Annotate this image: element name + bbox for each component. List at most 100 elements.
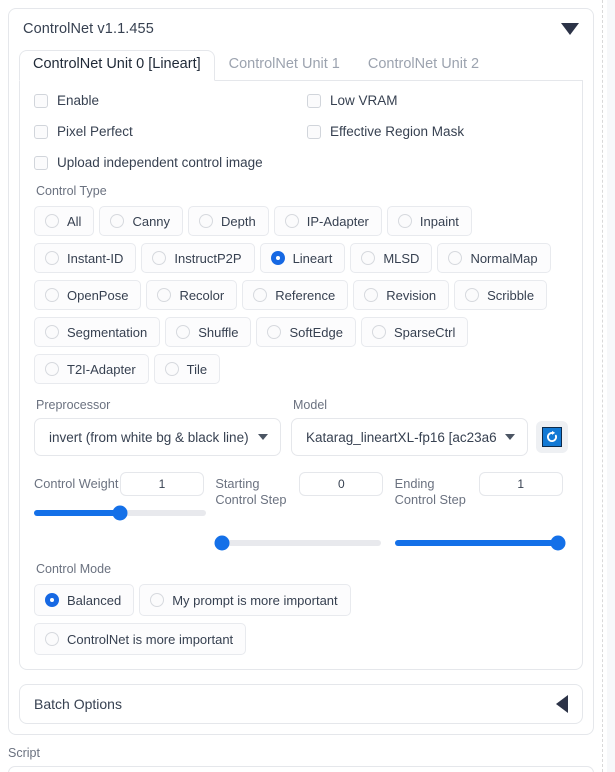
- control-type-ip-adapter[interactable]: IP-Adapter: [273, 206, 382, 236]
- control-mode-controlnet-is-more-important[interactable]: ControlNet is more important: [34, 623, 247, 655]
- radio-icon[interactable]: [361, 251, 376, 265]
- control-type-row-2: Instant-ID InstructP2P Lineart MLSD Norm…: [34, 243, 568, 273]
- control-type-all[interactable]: All: [34, 206, 95, 236]
- radio-icon[interactable]: [45, 325, 59, 339]
- checkbox-upload-independent-control-image[interactable]: Upload independent control image: [34, 155, 263, 170]
- checkbox-label: Upload independent control image: [57, 155, 263, 170]
- control-type-label-item: Tile: [186, 361, 208, 377]
- checkbox-box-icon[interactable]: [34, 155, 48, 170]
- checkbox-box-icon[interactable]: [307, 124, 321, 139]
- triangle-down-icon[interactable]: [561, 23, 579, 35]
- control-type-sparsectrl[interactable]: SparseCtrl: [360, 317, 469, 347]
- checkbox-enable[interactable]: Enable: [34, 93, 307, 108]
- radio-icon[interactable]: [364, 288, 379, 302]
- starting-control-step-slider[interactable]: [214, 535, 382, 551]
- radio-icon-selected[interactable]: [270, 251, 285, 265]
- starting-control-step-input[interactable]: 0: [299, 472, 384, 496]
- control-weight-slider[interactable]: [34, 505, 206, 521]
- radio-icon[interactable]: [45, 251, 59, 265]
- refresh-models-button[interactable]: [536, 421, 568, 453]
- control-type-recolor[interactable]: Recolor: [146, 280, 238, 310]
- control-type-label-item: IP-Adapter: [306, 213, 369, 229]
- slider-thumb[interactable]: [214, 535, 230, 551]
- radio-icon[interactable]: [371, 325, 386, 339]
- controlnet-header[interactable]: ControlNet v1.1.455: [9, 9, 593, 49]
- control-type-instant-id[interactable]: Instant-ID: [34, 243, 137, 273]
- tab-controlnet-unit-0[interactable]: ControlNet Unit 0 [Lineart]: [19, 50, 215, 81]
- slider-thumb[interactable]: [112, 505, 128, 521]
- radio-icon[interactable]: [164, 362, 179, 376]
- control-type-normalmap[interactable]: NormalMap: [437, 243, 551, 273]
- control-type-mlsd[interactable]: MLSD: [350, 243, 433, 273]
- control-type-instructp2p[interactable]: InstructP2P: [141, 243, 255, 273]
- control-type-scribble[interactable]: Scribble: [454, 280, 548, 310]
- radio-icon[interactable]: [45, 362, 59, 376]
- radio-icon[interactable]: [253, 288, 268, 302]
- tab-controlnet-unit-1[interactable]: ControlNet Unit 1: [215, 50, 354, 80]
- control-type-tile[interactable]: Tile: [153, 354, 221, 384]
- checkbox-box-icon[interactable]: [307, 93, 321, 108]
- control-type-canny[interactable]: Canny: [99, 206, 184, 236]
- radio-icon[interactable]: [397, 214, 412, 228]
- radio-icon[interactable]: [110, 214, 125, 228]
- radio-icon[interactable]: [45, 214, 59, 228]
- chevron-down-icon[interactable]: [505, 434, 515, 440]
- control-mode-balanced[interactable]: Balanced: [34, 584, 135, 616]
- control-mode-label-item: My prompt is more important: [172, 592, 338, 608]
- control-weight-input[interactable]: 1: [120, 472, 204, 496]
- slider-thumb[interactable]: [550, 535, 566, 551]
- model-value: Katarag_lineartXL-fp16 [ac23a68f]: [306, 429, 497, 445]
- right-gutter: [607, 0, 615, 772]
- control-type-label-item: Depth: [221, 213, 256, 229]
- radio-icon[interactable]: [176, 325, 191, 339]
- radio-icon[interactable]: [45, 632, 59, 646]
- checkbox-box-icon[interactable]: [34, 93, 48, 108]
- radio-icon[interactable]: [284, 214, 299, 228]
- checkbox-label: Pixel Perfect: [57, 124, 133, 139]
- radio-icon[interactable]: [199, 214, 214, 228]
- script-dropdown[interactable]: [8, 766, 594, 772]
- ending-control-step-top: Ending Control Step 1: [395, 472, 568, 508]
- control-mode-my-prompt-is-more-important[interactable]: My prompt is more important: [139, 584, 351, 616]
- control-type-label-item: Scribble: [487, 287, 535, 303]
- radio-icon[interactable]: [157, 288, 172, 302]
- checkbox-row-3: Upload independent control image: [34, 155, 568, 170]
- radio-icon[interactable]: [267, 325, 282, 339]
- model-dropdown[interactable]: Katarag_lineartXL-fp16 [ac23a68f]: [291, 418, 528, 456]
- radio-icon-selected[interactable]: [45, 593, 59, 607]
- control-type-inpaint[interactable]: Inpaint: [386, 206, 472, 236]
- control-type-t2i-adapter[interactable]: T2I-Adapter: [34, 354, 149, 384]
- batch-options-accordion[interactable]: Batch Options: [19, 684, 583, 724]
- checkbox-pixel-perfect[interactable]: Pixel Perfect: [34, 124, 307, 139]
- checkbox-effective-region-mask[interactable]: Effective Region Mask: [307, 124, 464, 139]
- page-title: ControlNet v1.1.455: [23, 21, 154, 37]
- control-type-row-1: All Canny Depth IP-Adapter Inpaint: [34, 206, 568, 236]
- control-type-softedge[interactable]: SoftEdge: [256, 317, 356, 347]
- control-type-label-item: InstructP2P: [174, 250, 242, 266]
- ending-control-step-slider[interactable]: [394, 535, 566, 551]
- radio-icon[interactable]: [465, 288, 480, 302]
- checkbox-box-icon[interactable]: [34, 124, 48, 139]
- radio-icon[interactable]: [152, 251, 167, 265]
- control-type-lineart[interactable]: Lineart: [259, 243, 346, 273]
- ending-control-step-input[interactable]: 1: [478, 472, 563, 496]
- control-type-revision[interactable]: Revision: [353, 280, 450, 310]
- radio-icon[interactable]: [448, 251, 463, 265]
- control-type-label-item: Recolor: [179, 287, 225, 303]
- tab-controlnet-unit-2[interactable]: ControlNet Unit 2: [354, 50, 493, 80]
- control-type-label-item: Instant-ID: [67, 250, 124, 266]
- chevron-down-icon[interactable]: [258, 434, 268, 440]
- radio-icon[interactable]: [45, 288, 59, 302]
- control-type-openpose[interactable]: OpenPose: [34, 280, 142, 310]
- triangle-left-icon[interactable]: [556, 695, 568, 713]
- control-type-depth[interactable]: Depth: [188, 206, 269, 236]
- refresh-icon: [542, 427, 562, 447]
- checkbox-low-vram[interactable]: Low VRAM: [307, 93, 398, 108]
- control-type-shuffle[interactable]: Shuffle: [165, 317, 252, 347]
- radio-icon[interactable]: [150, 593, 165, 607]
- preprocessor-dropdown[interactable]: invert (from white bg & black line): [34, 418, 281, 456]
- control-type-reference[interactable]: Reference: [242, 280, 349, 310]
- control-type-row-4: Segmentation Shuffle SoftEdge SparseCtrl: [34, 317, 568, 347]
- control-type-segmentation[interactable]: Segmentation: [34, 317, 161, 347]
- control-mode-label: Control Mode: [36, 562, 112, 576]
